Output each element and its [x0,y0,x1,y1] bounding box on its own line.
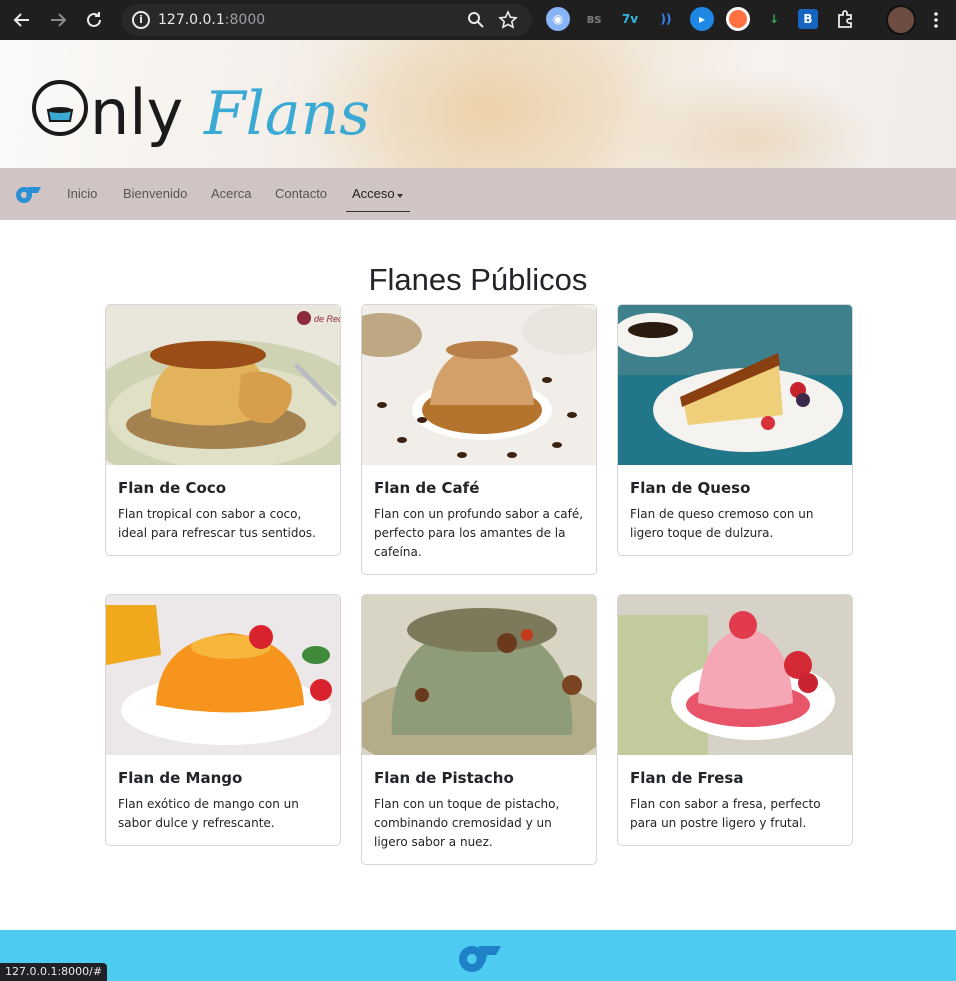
zoom-icon[interactable] [466,10,486,30]
page-footer [0,930,956,981]
logo-flans-text: Flans [203,79,370,149]
extension-record-icon[interactable] [726,7,750,31]
card-title: Flan de Mango [118,769,243,787]
extension-download-icon[interactable]: ↓ [762,7,786,31]
extension-bs-icon[interactable]: ʙs [582,7,606,31]
extension-b-icon[interactable]: B [798,9,818,29]
navbar-brand-icon[interactable] [14,182,42,206]
flan-cafe-image [362,305,596,465]
card-text: Flan de queso cremoso con un ligero toqu… [630,507,814,540]
card-text: Flan exótico de mango con un sabor dulce… [118,797,299,830]
onlyflans-logo[interactable]: nly Flans [32,76,382,150]
card-text: Flan con un toque de pistacho, combinand… [374,797,560,849]
site-info-icon[interactable]: i [132,11,150,29]
flan-queso-image [618,305,852,465]
back-icon[interactable] [10,8,34,32]
browser-toolbar: i 127.0.0.1:8000 ◉ ʙs 7v )) ▸ ↓ B [0,0,956,40]
reload-icon[interactable] [82,8,106,32]
extensions-puzzle-icon[interactable] [834,7,858,31]
card-title: Flan de Pistacho [374,769,514,787]
flan-coco-image: de Rechupete [106,305,340,465]
url-port: :8000 [224,12,266,28]
extension-search-icon[interactable]: ◉ [546,7,570,31]
card-text: Flan tropical con sabor a coco, ideal pa… [118,507,316,540]
flan-pistacho-image [362,595,596,755]
nav-item-contacto[interactable]: Contacto [275,186,327,202]
card-flan-coco[interactable]: de Rechupete Flan de Coco Flan tropical … [105,304,341,556]
url-host: 127.0.0.1 [158,12,225,28]
flan-fresa-image [618,595,852,755]
nav-item-bienvenido[interactable]: Bienvenido [123,186,187,202]
url-text[interactable]: 127.0.0.1:8000 [158,11,265,29]
card-text: Flan con un profundo sabor a café, perfe… [374,507,584,559]
logo-only-text: nly [90,76,183,149]
page-title: Flanes Públicos [368,262,588,297]
card-title: Flan de Coco [118,479,227,497]
card-title: Flan de Queso [630,479,751,497]
extension-wave-icon[interactable]: )) [654,7,678,31]
flan-mango-image [106,595,340,755]
card-flan-mango[interactable]: Flan de Mango Flan exótico de mango con … [105,594,341,846]
nav-item-acceso-label: Acceso [352,186,395,201]
nav-item-inicio[interactable]: Inicio [67,186,97,202]
status-bar-url: 127.0.0.1:8000/# [0,963,108,981]
chevron-down-icon [397,194,403,198]
card-text: Flan con sabor a fresa, perfecto para un… [630,797,821,830]
forward-icon[interactable] [46,8,70,32]
nav-item-acceso-dropdown[interactable]: Acceso [346,184,410,212]
watermark-text: de Rechupete [314,314,340,324]
profile-avatar[interactable] [886,5,916,35]
card-flan-pistacho[interactable]: Flan de Pistacho Flan con un toque de pi… [361,594,597,865]
extension-tv-icon[interactable]: 7v [618,7,642,31]
footer-brand-icon[interactable] [456,940,502,974]
main-navbar: Inicio Bienvenido Acerca Contacto Acceso [0,168,956,220]
card-flan-queso[interactable]: Flan de Queso Flan de queso cremoso con … [617,304,853,556]
bookmark-star-icon[interactable] [498,10,518,30]
nav-item-acerca[interactable]: Acerca [211,186,251,202]
card-flan-fresa[interactable]: Flan de Fresa Flan con sabor a fresa, pe… [617,594,853,846]
card-flan-cafe[interactable]: Flan de Café Flan con un profundo sabor … [361,304,597,575]
address-bar[interactable]: i 127.0.0.1:8000 [122,4,532,36]
card-title: Flan de Fresa [630,769,744,787]
extension-play-icon[interactable]: ▸ [690,7,714,31]
browser-menu-icon[interactable] [924,8,948,32]
card-title: Flan de Café [374,479,480,497]
